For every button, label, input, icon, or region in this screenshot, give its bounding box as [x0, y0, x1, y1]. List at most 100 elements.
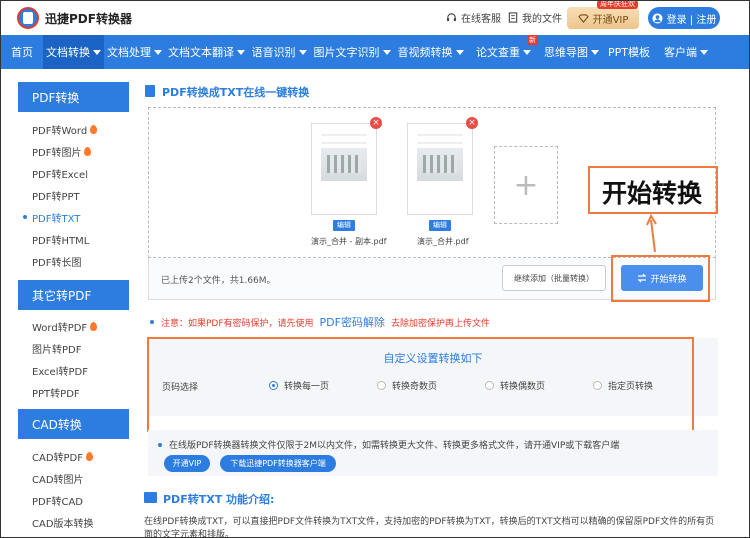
sidebar-item-label: CAD转图片: [32, 474, 84, 486]
download-client-button[interactable]: 下载迅捷PDF转换器客户端: [220, 455, 336, 472]
nav-item[interactable]: 论文查重新: [467, 35, 540, 69]
sidebar-item-label: PDF转TXT: [32, 213, 81, 225]
sidebar-item[interactable]: PDF转图片: [18, 140, 129, 162]
nav-item-label: 音视频转换: [397, 46, 453, 59]
chevron-down-icon: [455, 49, 464, 55]
document-lines: [417, 134, 463, 144]
nav-item-label: 文档转换: [46, 46, 90, 59]
nav-item[interactable]: 音视频转换: [394, 35, 467, 69]
sidebar-item[interactable]: PDF转长图: [18, 250, 129, 272]
fire-icon: [90, 321, 98, 331]
limit-info-text: 在线版PDF转换器转换文件仅限于2M以内文件，如需转换更大文件、转换更多格式文件…: [169, 441, 620, 451]
page-title: PDF转换成TXT在线一键转换: [162, 86, 310, 99]
sidebar-item[interactable]: PDF转Excel: [18, 162, 129, 184]
fire-icon: [84, 146, 92, 156]
nav-item[interactable]: 语音识别: [248, 35, 310, 69]
notice-suffix: 去除加密保护再上传文件: [390, 318, 490, 329]
sidebar-item[interactable]: Word转PDF: [18, 315, 129, 337]
callout-label: 开始转换: [592, 174, 712, 210]
headset-icon: [446, 13, 457, 22]
sidebar-item[interactable]: CAD版本转换: [18, 511, 129, 533]
sidebar-item-label: CAD转PDF: [32, 452, 84, 464]
add-file-button[interactable]: +: [494, 146, 558, 224]
sidebar-item[interactable]: Excel转PDF: [18, 359, 129, 381]
sidebar-item[interactable]: PDF转PPT: [18, 184, 129, 206]
login-register-label: 登录 | 注册: [666, 14, 717, 26]
sidebar-section-title[interactable]: 其它转PDF: [18, 280, 129, 310]
sidebar-item[interactable]: 图片转PDF: [18, 337, 129, 359]
callout-arrow-icon: [646, 214, 657, 253]
close-icon[interactable]: ×: [370, 117, 382, 129]
settings-highlight: [147, 337, 694, 432]
close-icon[interactable]: ×: [466, 117, 478, 129]
online-service-link[interactable]: 在线客服: [446, 10, 501, 25]
nav-item[interactable]: 思维导图: [540, 35, 603, 69]
login-register-button[interactable]: 登录 | 注册: [648, 7, 720, 29]
start-button-highlight: [611, 255, 710, 302]
edit-button[interactable]: 编辑: [429, 220, 451, 231]
pdf-unlock-link[interactable]: PDF密码解除: [320, 314, 385, 330]
sidebar-item[interactable]: PDF转TXT: [18, 206, 129, 228]
nav-item[interactable]: 图片文字识别: [310, 35, 394, 69]
my-files-label: 我的文件: [522, 14, 562, 25]
sidebar-item-label: PDF转PPT: [32, 191, 80, 203]
password-notice: 注意：如果PDF有密码保护，请先使用 PDF密码解除 去除加密保护再上传文件: [150, 314, 490, 330]
nav-item[interactable]: 首页: [1, 35, 43, 69]
nav-item[interactable]: 文档转换: [43, 35, 104, 69]
chevron-down-icon: [523, 49, 531, 55]
user-icon: [652, 12, 663, 24]
sidebar-section-title[interactable]: CAD转换: [18, 409, 129, 439]
nav-item-label: 文档处理: [107, 46, 151, 59]
nav-item-label: 首页: [11, 46, 33, 59]
file-icon: [508, 12, 518, 23]
notice-prefix: 注意：如果PDF有密码保护，请先使用: [161, 318, 314, 329]
logo-icon: [17, 7, 39, 29]
sidebar-item-label: PDF转CAD: [32, 496, 84, 508]
new-badge: 新: [527, 35, 538, 45]
nav-item[interactable]: PPT模板: [603, 35, 655, 69]
sidebar-item[interactable]: PDF转CAD: [18, 489, 129, 511]
file-name: 演示_合并 - 副本.pdf: [311, 237, 387, 246]
edit-button[interactable]: 编辑: [333, 220, 355, 231]
nav-item-label: 图片文字识别: [313, 46, 380, 59]
sidebar-item[interactable]: CAD转图片: [18, 467, 129, 489]
sidebar-item[interactable]: CAD转PDF: [18, 445, 129, 467]
limit-info: 在线版PDF转换器转换文件仅限于2M以内文件，如需转换更大文件、转换更多格式文件…: [158, 438, 619, 451]
app-logo[interactable]: 迅捷PDF转换器: [17, 6, 132, 30]
diamond-icon: [577, 13, 589, 23]
sidebar-item-label: PDF转长图: [32, 257, 82, 269]
active-dot-icon: [23, 215, 27, 219]
sidebar-item-label: PDF转Word: [32, 125, 88, 137]
fire-icon: [90, 124, 98, 134]
sidebar-item[interactable]: PDF转HTML: [18, 228, 129, 250]
file-thumbnail[interactable]: [407, 123, 473, 215]
my-files-link[interactable]: 我的文件: [508, 10, 562, 25]
sidebar-section-title[interactable]: PDF转换: [18, 82, 129, 112]
nav-item[interactable]: 文档处理: [104, 35, 165, 69]
upload-info-text: 已上传2个文件，共1.66M。: [161, 276, 276, 286]
sidebar-item-label: Excel转PDF: [32, 366, 88, 378]
sidebar-item[interactable]: PPT转PDF: [18, 381, 129, 403]
intro-icon: [144, 492, 157, 503]
open-vip-small-button[interactable]: 开通VIP: [164, 455, 210, 472]
page-preview: [321, 148, 367, 181]
sidebar-item-label: PPT转PDF: [32, 388, 80, 400]
nav-item-label: PPT模板: [608, 46, 650, 59]
sidebar-item[interactable]: PDF转Word: [18, 118, 129, 140]
open-vip-button[interactable]: 开通VIP: [567, 7, 639, 29]
nav-item[interactable]: 文档文本翻译: [165, 35, 248, 69]
continue-add-button[interactable]: 继续添加（批量转换）: [502, 265, 606, 291]
intro-text: 在线PDF转换成TXT，可以直接把PDF文件转换为TXT文件，支持加密的PDF转…: [144, 517, 715, 538]
sidebar-item-label: Word转PDF: [32, 322, 88, 334]
top-header: 迅捷PDF转换器 在线客服 我的文件 开通VIP 周年庆狂欢 登录 | 注册: [1, 0, 749, 34]
online-service-label: 在线客服: [461, 14, 501, 25]
nav-item[interactable]: 客户端: [655, 35, 717, 69]
chevron-down-icon: [154, 49, 162, 55]
sidebar-item-label: PDF转HTML: [32, 235, 90, 247]
chevron-down-icon: [382, 49, 391, 55]
document-icon: [145, 85, 155, 97]
fire-icon: [86, 451, 94, 461]
intro-title: PDF转TXT 功能介绍:: [163, 493, 275, 506]
file-thumbnail[interactable]: [311, 123, 377, 215]
open-vip-label: 开通VIP: [592, 14, 629, 26]
